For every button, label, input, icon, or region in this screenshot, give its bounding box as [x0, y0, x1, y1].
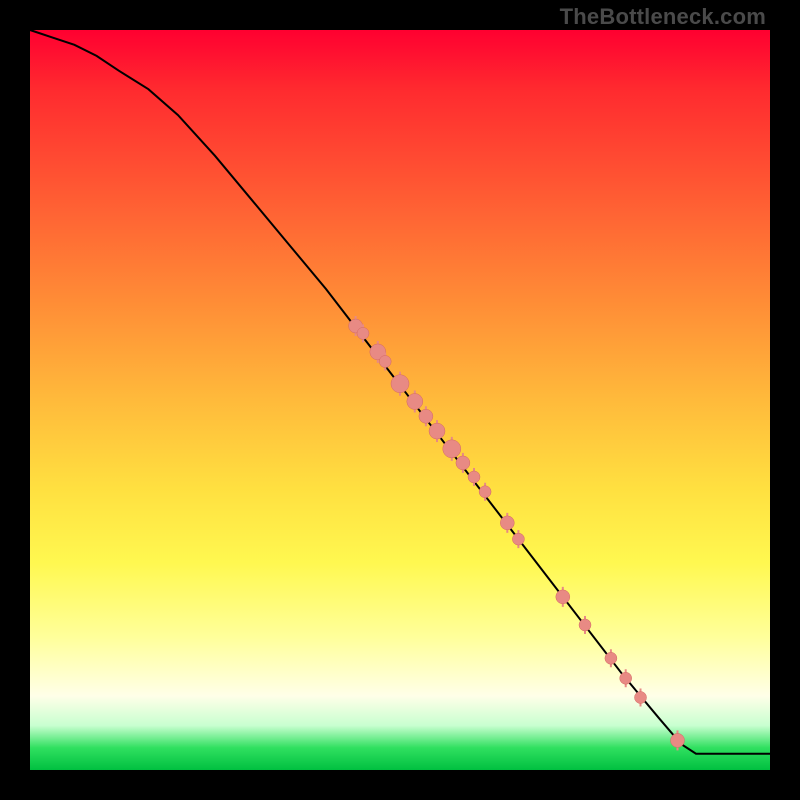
- chart-frame: TheBottleneck.com: [0, 0, 800, 800]
- data-point: [429, 423, 445, 439]
- data-point: [357, 327, 369, 339]
- data-point: [605, 652, 617, 664]
- plot-area: [30, 30, 770, 770]
- data-point: [479, 486, 491, 498]
- data-point: [620, 672, 632, 684]
- data-point: [391, 375, 409, 393]
- data-point: [419, 409, 433, 423]
- data-point: [468, 471, 480, 483]
- watermark-text: TheBottleneck.com: [560, 4, 766, 30]
- data-point: [407, 393, 423, 409]
- scatter-points: [349, 316, 685, 750]
- data-point: [456, 456, 470, 470]
- data-point: [443, 440, 461, 458]
- chart-svg: [30, 30, 770, 770]
- data-point: [512, 533, 524, 545]
- data-point: [500, 516, 514, 530]
- data-point: [671, 733, 685, 747]
- data-point: [579, 619, 591, 631]
- data-point: [379, 356, 391, 368]
- data-point: [635, 691, 647, 703]
- data-point: [556, 590, 570, 604]
